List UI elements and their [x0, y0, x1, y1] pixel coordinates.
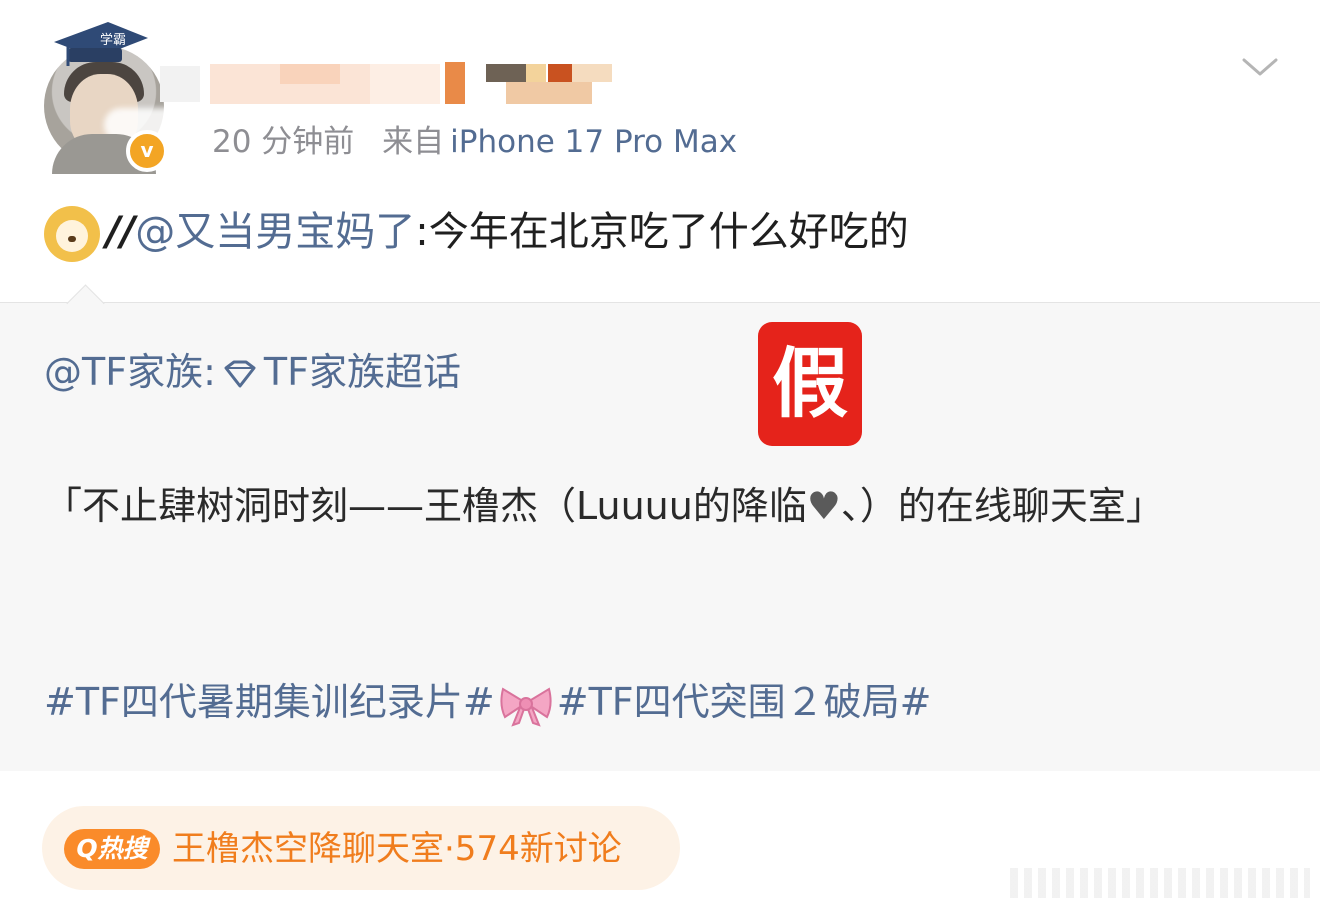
hashtag-breakout[interactable]: #TF四代突围２破局# — [557, 680, 932, 724]
diamond-icon — [224, 360, 256, 387]
repost-separator: // — [106, 209, 136, 255]
fake-label: 假 — [758, 322, 862, 446]
quoted-body: 「不止肆树洞时刻——王橹杰（Luuuu的降临♥、）的在线聊天室」 — [44, 474, 1264, 538]
heart-icon: ♥ — [806, 484, 841, 528]
post-text: //@又当男宝妈了:今年在北京吃了什么好吃的 — [44, 200, 909, 264]
username-mosaic[interactable] — [160, 60, 620, 106]
post-time: 20 分钟前 — [212, 124, 355, 160]
ribbon-bow-icon — [500, 686, 552, 727]
quoted-author-link[interactable]: @TF家族: — [44, 350, 216, 394]
watermark — [1010, 868, 1310, 898]
cap-label: 学霸 — [100, 32, 126, 48]
quoted-hashtags: #TF四代暑期集训纪录片# #TF四代突围２破局# — [44, 672, 932, 732]
hashtag-documentary[interactable]: #TF四代暑期集训纪录片# — [44, 680, 495, 724]
quoted-author-line: @TF家族: TF家族超话 — [44, 344, 461, 400]
post-colon: : — [415, 209, 429, 255]
graduation-cap-icon: 学霸 — [54, 22, 148, 66]
chevron-down-icon[interactable] — [1240, 52, 1280, 82]
quoted-body-part1: 「不止肆树洞时刻——王橹杰（Luuuu的降临 — [44, 484, 807, 528]
source-prefix: 来自 — [382, 124, 445, 160]
mention-link[interactable]: @又当男宝妈了 — [135, 209, 415, 255]
supertopic-link[interactable]: TF家族超话 — [264, 350, 461, 394]
source-device[interactable]: iPhone 17 Pro Max — [450, 124, 737, 160]
quoted-body-part2: 、）的在线聊天室」 — [840, 484, 1164, 528]
doge-emoji-icon — [44, 206, 100, 262]
post-body: 今年在北京吃了什么好吃的 — [428, 209, 909, 255]
hot-search-text[interactable]: 王橹杰空降聊天室·574新讨论 — [172, 822, 622, 876]
verified-badge: v — [126, 130, 168, 172]
hot-search-badge: Q热搜 — [64, 829, 160, 869]
post-meta: 20 分钟前 来自 iPhone 17 Pro Max — [212, 120, 737, 164]
